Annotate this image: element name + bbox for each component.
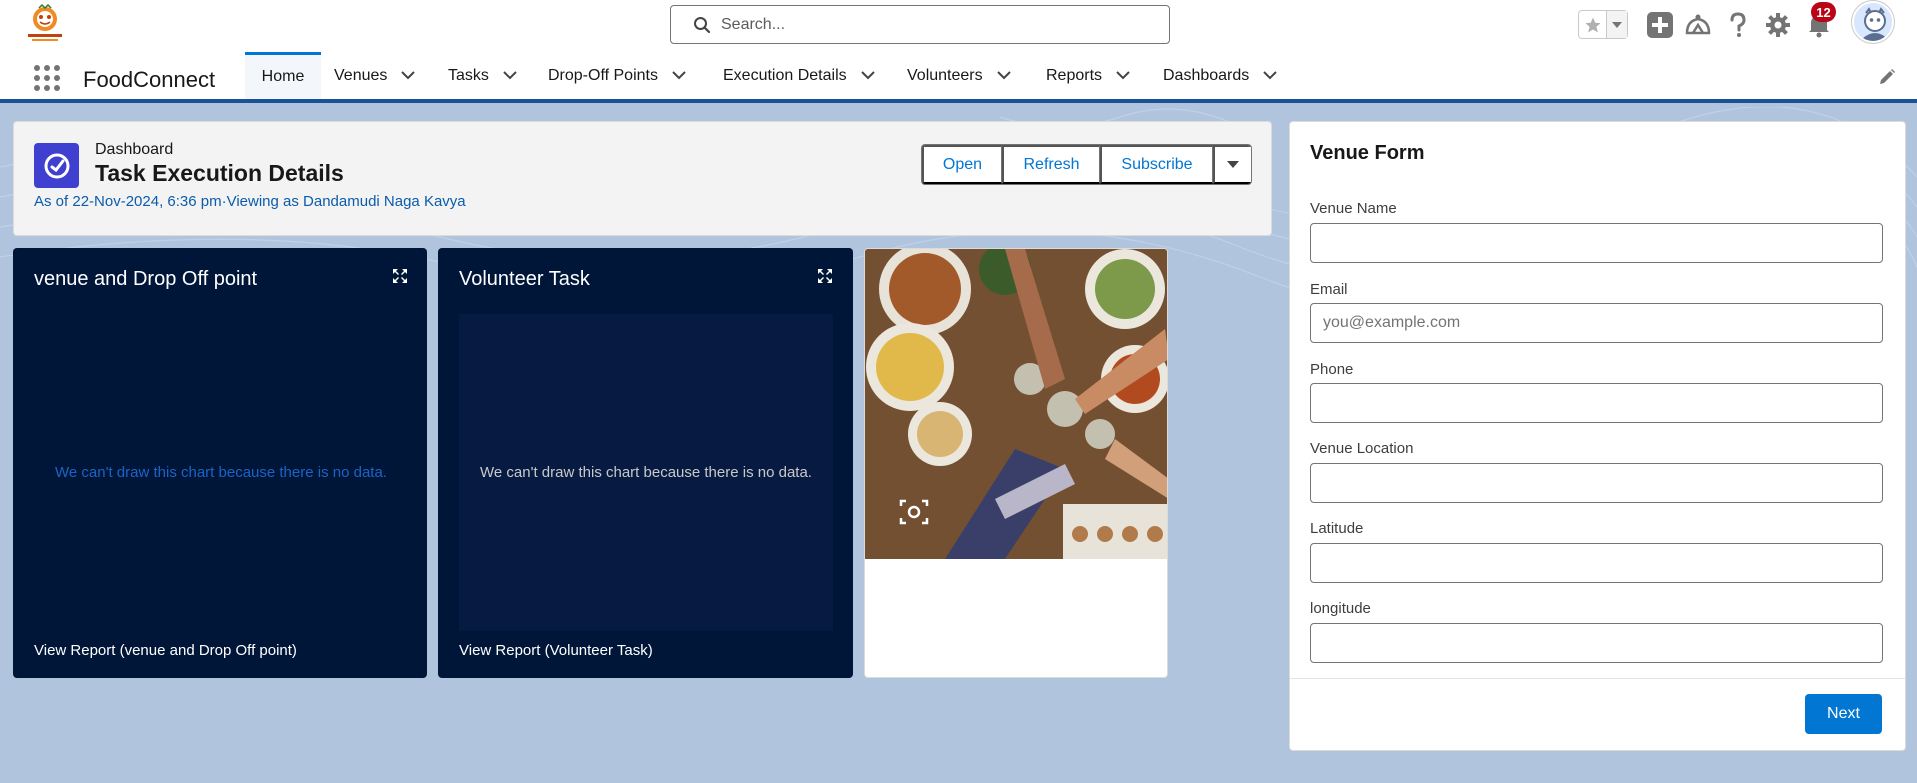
phone-label: Phone [1310,361,1354,378]
app-launcher-button[interactable] [33,64,61,92]
tab-tasks[interactable]: Tasks [448,52,517,99]
view-report-link[interactable]: View Report (Volunteer Task) [459,642,653,659]
favorites-menu-button[interactable] [1607,11,1627,38]
expand-tile-button[interactable] [817,268,833,289]
venue-name-input[interactable] [1310,223,1883,263]
chevron-down-icon[interactable] [503,71,517,80]
gear-icon [1766,13,1790,37]
waffle-icon [34,65,60,91]
tab-label: Volunteers [907,66,983,84]
email-input[interactable] [1310,303,1883,343]
tile-title: Volunteer Task [459,268,590,290]
edit-nav-button[interactable] [1878,68,1896,91]
dashboard-button-group: Open Refresh Subscribe [921,144,1252,185]
expand-tile-button[interactable] [392,268,408,289]
venue-form-card: Venue Form Venue Name Email Phone Venue … [1289,121,1906,751]
search-input[interactable] [721,15,1141,34]
tab-dashboards[interactable]: Dashboards [1163,52,1277,99]
app-nav-bar: FoodConnect Home Venues Tasks Drop-Off P… [0,52,1917,103]
food-connect-logo[interactable] [26,3,64,42]
favorites-group [1578,10,1628,39]
dashboard-subtitle: As of 22-Nov-2024, 6:36 pm·Viewing as Da… [34,193,466,210]
tab-label: Drop-Off Points [548,66,658,84]
tab-home[interactable]: Home [245,52,321,99]
search-icon [694,16,711,33]
food-photo-tile [864,248,1168,678]
subscribe-button[interactable]: Subscribe [1100,145,1213,184]
user-avatar[interactable] [1852,1,1894,43]
chevron-down-icon[interactable] [672,71,686,80]
tab-label: Venues [334,66,388,84]
trailhead-icon [1685,14,1711,35]
refresh-button[interactable]: Refresh [1002,145,1100,184]
dashboard-tile-volunteer-task: Volunteer Task We can't draw this chart … [438,248,853,678]
camera-search-icon [899,499,929,525]
tab-label: Reports [1046,66,1103,84]
favorite-star-button[interactable] [1579,11,1607,38]
open-button[interactable]: Open [922,145,1002,184]
tab-reports[interactable]: Reports [1046,52,1130,99]
venue-location-label: Venue Location [1310,440,1414,457]
help-button[interactable] [1724,11,1752,39]
tab-label: Tasks [448,66,489,84]
latitude-label: Latitude [1310,520,1364,537]
next-button[interactable]: Next [1805,694,1882,734]
tab-execution-details[interactable]: Execution Details [723,52,875,99]
form-title: Venue Form [1310,142,1425,164]
star-icon [1585,17,1600,32]
form-footer: Next [1290,678,1905,750]
plus-icon [1647,12,1673,38]
venue-location-input[interactable] [1310,463,1883,503]
more-actions-button[interactable] [1213,145,1251,184]
global-header: 12 [0,0,1917,52]
longitude-label: longitude [1310,600,1371,617]
view-report-link[interactable]: View Report (venue and Drop Off point) [34,642,297,659]
app-name: FoodConnect [83,67,216,92]
tab-label: Home [261,68,305,85]
venue-name-label: Venue Name [1310,200,1397,217]
global-actions-button[interactable] [1646,11,1674,39]
dashboard-header: Dashboard Task Execution Details As of 2… [13,121,1272,236]
chevron-down-icon[interactable] [1116,71,1130,80]
longitude-input[interactable] [1310,623,1883,663]
expand-icon [818,269,832,283]
tab-venues[interactable]: Venues [334,52,416,99]
chevron-down-icon[interactable] [401,71,416,80]
tab-label: Execution Details [723,66,847,84]
setup-button[interactable] [1764,11,1792,39]
dashboard-eyebrow: Dashboard [95,141,174,158]
global-search[interactable] [670,5,1170,44]
chevron-down-icon[interactable] [1263,71,1277,80]
empty-chart-message: We can't draw this chart because there i… [55,464,387,481]
chevron-down-icon[interactable] [996,71,1011,80]
empty-chart-message: We can't draw this chart because there i… [480,464,812,481]
tab-label: Dashboards [1163,66,1250,84]
trailhead-guidance-button[interactable] [1684,11,1712,39]
pencil-icon [1880,69,1895,84]
tile-title: venue and Drop Off point [34,268,258,290]
notification-count-badge: 12 [1811,2,1836,22]
tab-drop-off-points[interactable]: Drop-Off Points [548,52,686,99]
latitude-input[interactable] [1310,543,1883,583]
chevron-down-icon[interactable] [860,71,875,80]
help-icon [1730,12,1746,37]
phone-input[interactable] [1310,383,1883,423]
dashboard-title: Task Execution Details [95,160,344,186]
dashboard-icon [34,143,79,188]
expand-icon [393,269,407,283]
email-label: Email [1310,281,1348,298]
caret-down-icon [1612,21,1622,28]
visual-search-button[interactable] [899,498,929,531]
caret-down-icon [1227,161,1239,168]
dashboard-tile-venue-dropoff: venue and Drop Off point We can't draw t… [13,248,427,678]
tab-volunteers[interactable]: Volunteers [907,52,1011,99]
